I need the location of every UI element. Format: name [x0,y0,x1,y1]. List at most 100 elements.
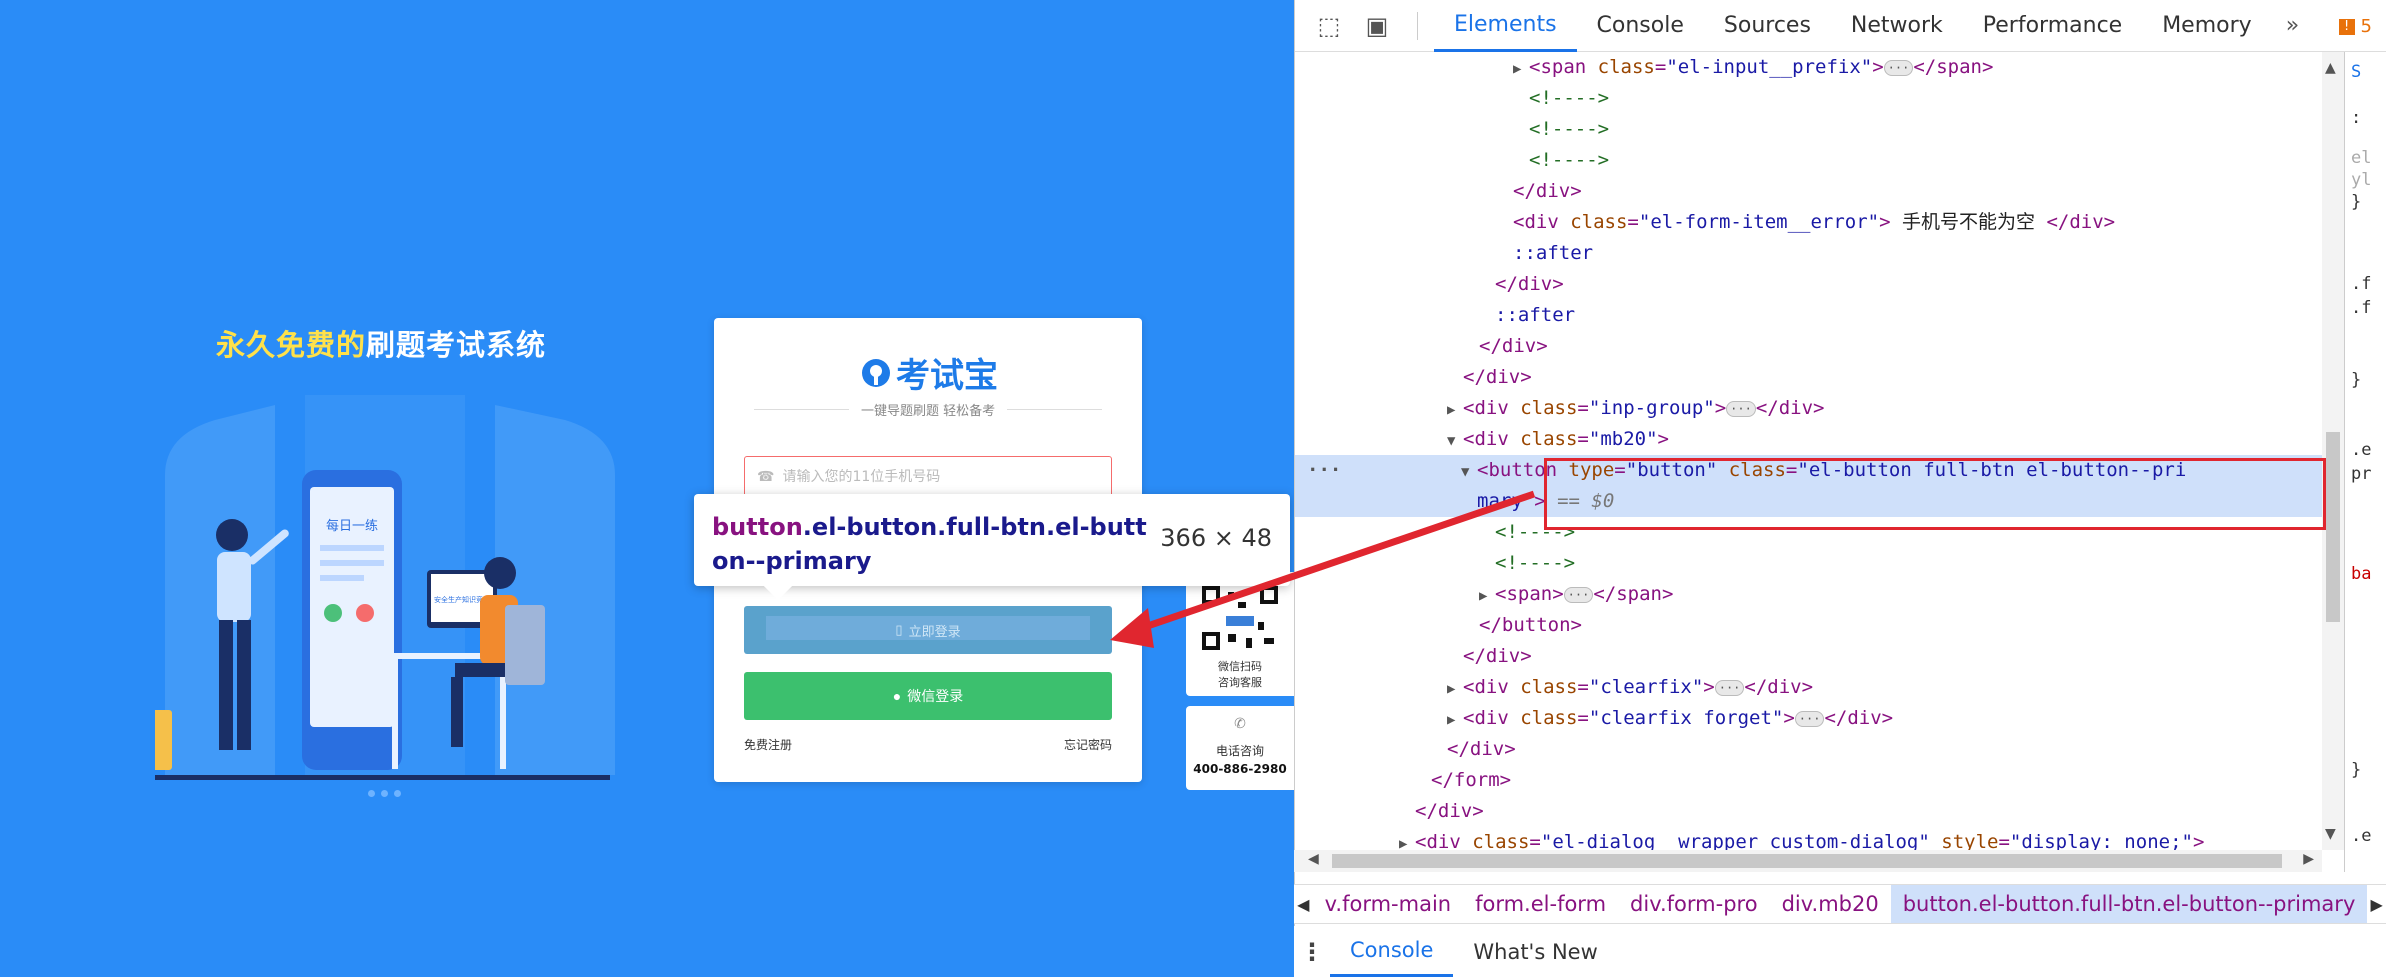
more-actions-icon[interactable]: ··· [1307,455,1341,486]
breadcrumb-item-active[interactable]: button.el-button.full-btn.el-button--pri… [1890,885,2368,923]
drawer-tab-whats-new[interactable]: What's New [1453,926,1617,977]
tooltip-selector: button.el-button.full-btn.el-button--pri… [712,513,1147,575]
carousel-dots[interactable] [368,790,401,797]
tab-elements[interactable]: Elements [1434,0,1577,52]
breadcrumb-item[interactable]: form.el-form [1463,892,1618,916]
styles-snippet: pr [2351,464,2372,484]
tab-console[interactable]: Console [1577,0,1704,52]
wechat-qr-panel[interactable]: 微信扫码 咨询客服 [1186,572,1294,696]
styles-snippet: .e [2351,826,2372,846]
phone-input-wrapper: ☎ [744,456,1112,498]
dom-node[interactable]: ▶ <span class="el-input__prefix"> ··· </spa… [1295,52,2325,83]
qr-text-1: 微信扫码 [1218,660,1262,673]
breadcrumb-right-icon[interactable]: ▶ [2367,895,2386,914]
study-illustration: 每日一练 安全生产知识竞赛 [155,395,615,780]
dom-node[interactable]: </button> [1295,610,2325,641]
wechat-login-button[interactable]: ● 微信登录 [744,672,1112,720]
styles-snippet: .f [2351,274,2372,294]
dom-node[interactable]: ▶ <div class="el-dialog__wrapper custom-d… [1295,827,2325,850]
dom-tree: ▶ <span class="el-input__prefix"> ··· </spa… [1295,52,2325,850]
qr-code-icon [1200,584,1280,652]
dom-node[interactable]: ▶ <div class="inp-group"> ··· </div> [1295,393,2325,424]
drawer-menu-icon[interactable]: ⋮ [1294,938,1330,966]
subtitle: 一键导题刷题 轻松备考 [860,404,996,419]
issues-icon: ! [2338,18,2355,35]
styles-tab[interactable]: S [2351,62,2361,82]
dom-node[interactable]: ▶ <div class="clearfix forget"> ··· </div> [1295,703,2325,734]
tab-memory[interactable]: Memory [2142,0,2271,52]
styles-snippet: } [2351,760,2362,780]
styles-snippet: .e [2351,440,2372,460]
dom-comment[interactable]: <!----> [1295,83,2325,114]
styles-snippet: } [2351,192,2362,212]
dom-tree-horizontal-scrollbar[interactable]: ◀ ▶ [1294,850,2322,872]
slogan: 永久免费的刷题考试系统 [216,328,547,362]
inspect-tooltip: button.el-button.full-btn.el-button--pri… [694,494,1290,601]
dom-node[interactable]: </form> [1295,765,2325,796]
styles-snippet: } [2351,370,2362,390]
dom-node[interactable]: </div> [1295,641,2325,672]
wechat-icon: ● [892,688,902,704]
dom-comment[interactable]: <!----> [1295,548,2325,579]
device-toolbar-icon[interactable]: ▣ [1353,0,1401,52]
phone-consult-panel[interactable]: ✆ 电话咨询 400-886-2980 [1186,706,1294,790]
scroll-thumb[interactable] [2326,432,2340,622]
dom-node[interactable]: </div> [1295,362,2325,393]
styles-snippet: yl [2351,170,2372,190]
tooltip-size: 366 × 48 [1160,524,1272,552]
tab-performance[interactable]: Performance [1963,0,2142,52]
inspect-element-icon[interactable]: ⬚ [1305,0,1353,52]
tel-number: 400-886-2980 [1193,762,1287,776]
dom-node[interactable]: </div> [1295,269,2325,300]
drawer-tab-console[interactable]: Console [1330,926,1454,977]
web-page-viewport: 永久免费的刷题考试系统 每日一练 安全生产知识竞赛 考试宝 一键导题刷题 轻松备… [0,0,1294,977]
dom-node[interactable]: </div> [1295,176,2325,207]
dom-node[interactable]: </div> [1295,796,2325,827]
breadcrumb-item[interactable]: div.form-pro [1618,892,1770,916]
dom-comment[interactable]: <!----> [1295,145,2325,176]
dom-node[interactable]: ▼ <div class="mb20"> [1295,424,2325,455]
login-button[interactable]: ▯ 立即登录 [744,606,1112,654]
dom-tree-vertical-scrollbar[interactable]: ▲ ▼ [2322,52,2344,850]
tel-label: 电话咨询 [1215,744,1264,758]
dom-comment[interactable]: <!----> [1295,114,2325,145]
tab-network[interactable]: Network [1831,0,1963,52]
more-tabs-icon[interactable]: » [2272,13,2313,38]
dom-pseudo[interactable]: ::after [1295,238,2325,269]
devtools-drawer: ⋮ Console What's New [1294,926,2386,977]
phone-input[interactable] [782,469,1111,485]
dom-node[interactable]: </div> [1295,331,2325,362]
subtitle-row: 一键导题刷题 轻松备考 [754,400,1103,419]
dom-node[interactable]: </div> [1295,734,2325,765]
dom-node[interactable]: ▶ <div class="clearfix"> ··· </div> [1295,672,2325,703]
scroll-right-icon[interactable]: ▶ [2303,851,2314,867]
styles-pane: S : el yl } .f .f } .e pr ba } .e [2344,52,2386,872]
dom-pseudo[interactable]: ::after [1295,300,2325,331]
scroll-thumb[interactable] [1332,854,2282,868]
telephone-icon: ✆ [1234,716,1246,732]
scroll-up-icon[interactable]: ▲ [2325,60,2336,76]
breadcrumb-item[interactable]: v.form-main [1313,892,1463,916]
register-link[interactable]: 免费注册 [744,736,792,753]
styles-snippet: ba [2351,564,2372,584]
dom-node[interactable]: <div class="el-form-item__error"> 手机号不能为… [1295,207,2325,238]
phone-icon: ☎ [757,469,775,485]
breadcrumb: ◀ v.form-main form.el-form div.form-pro … [1294,884,2386,924]
annotation-highlight-box [1544,458,2326,530]
scroll-left-icon[interactable]: ◀ [1308,851,1319,867]
logo-flower-icon [862,358,890,387]
styles-snippet: : [2351,108,2362,128]
issues-badge[interactable]: ! 5 [2338,16,2372,37]
breadcrumb-left-icon[interactable]: ◀ [1294,895,1313,914]
mobile-icon: ▯ [895,622,903,637]
dom-node[interactable]: ▶ <span> ··· </span> [1295,579,2325,610]
styles-snippet: el [2351,148,2372,168]
forgot-password-link[interactable]: 忘记密码 [1064,736,1112,753]
devtools-toolbar: ⬚ ▣ Elements Console Sources Network Per… [1295,0,2386,52]
svg-text:每日一练: 每日一练 [326,518,378,534]
styles-snippet: .f [2351,298,2372,318]
tab-sources[interactable]: Sources [1704,0,1831,52]
breadcrumb-item[interactable]: div.mb20 [1770,892,1891,916]
scroll-down-icon[interactable]: ▼ [2325,826,2336,842]
qr-text-2: 咨询客服 [1218,676,1262,689]
